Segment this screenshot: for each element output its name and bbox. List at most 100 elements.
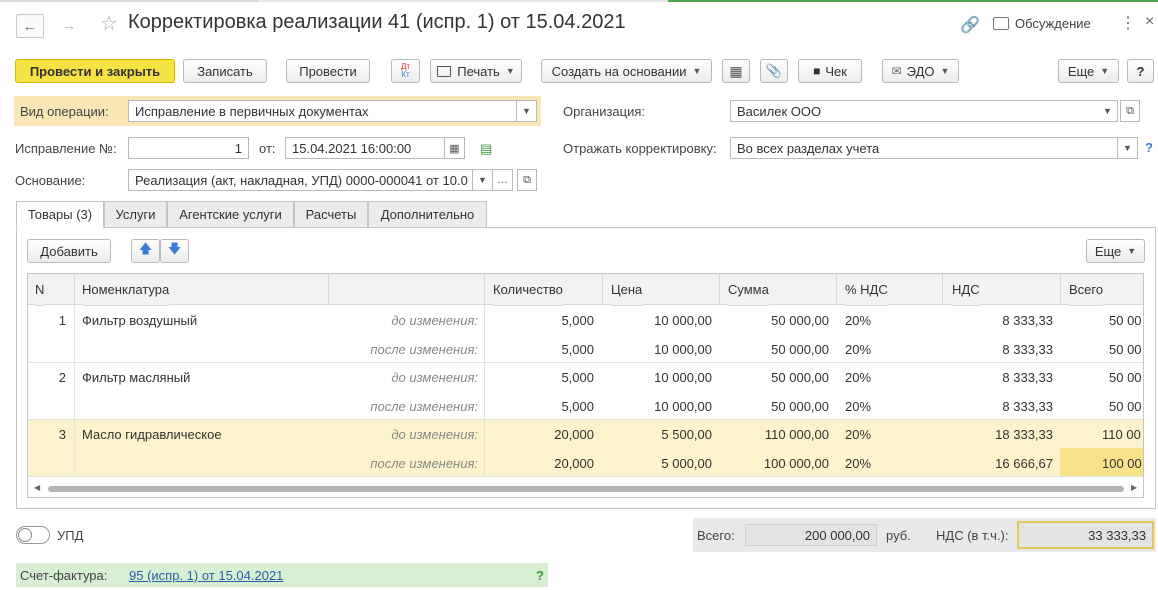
basis-dropdown[interactable]: ▼ <box>473 169 493 191</box>
help-button[interactable]: ? <box>1127 59 1154 83</box>
column-separator <box>836 274 837 305</box>
table-row[interactable]: после изменения: 20,000 5 000,00 100 000… <box>28 448 1143 476</box>
fix-number-field[interactable]: 1 <box>128 137 249 159</box>
tab-goods[interactable]: Товары (3) <box>16 201 104 228</box>
scrollbar-thumb[interactable] <box>48 486 1124 492</box>
link-icon[interactable]: 🔗 <box>960 15 980 35</box>
column-separator <box>328 274 329 305</box>
save-button[interactable]: Записать <box>183 59 267 83</box>
create-based-on-label: Создать на основании <box>551 63 687 79</box>
total-cell: 110 00 <box>1102 427 1141 442</box>
tab-additional[interactable]: Дополнительно <box>368 201 487 228</box>
total-cell: 100 00 <box>1102 456 1142 471</box>
chevron-down-icon: ▼ <box>940 66 950 76</box>
move-up-button[interactable]: 🡅 <box>131 239 160 263</box>
sum-cell: 50 000,00 <box>771 313 829 328</box>
edo-button[interactable]: ✉ ЭДО ▼ <box>882 59 959 83</box>
table-row[interactable]: после изменения: 5,000 10 000,00 50 000,… <box>28 334 1143 362</box>
vat-total-value: 33 333,33 <box>1017 521 1154 549</box>
number-settings-icon[interactable]: ▤ <box>480 141 492 157</box>
column-separator <box>74 274 75 305</box>
more-menu-icon[interactable]: ⋮ <box>1120 13 1136 33</box>
reflect-correction-dropdown[interactable]: ▼ <box>1118 137 1138 159</box>
total-cell: 50 00 <box>1109 370 1142 385</box>
organization-dropdown[interactable]: ▼ <box>1098 100 1118 122</box>
paperclip-icon: 📎 <box>765 63 783 78</box>
organization-open-button[interactable]: ⧉ <box>1120 100 1140 122</box>
close-icon[interactable]: × <box>1145 13 1154 31</box>
more-button[interactable]: Еще ▼ <box>1058 59 1119 83</box>
col-nomenclature[interactable]: Номенклатура <box>82 274 170 306</box>
chevron-down-icon: ▼ <box>1127 246 1137 256</box>
printer-icon <box>437 65 452 77</box>
calendar-icon: ▦ <box>449 142 460 155</box>
grid-more-button[interactable]: Еще ▼ <box>1086 239 1145 263</box>
basis-open-button[interactable]: ⧉ <box>517 169 537 191</box>
table-row[interactable]: 2 Фильтр масляный до изменения: 5,000 10… <box>28 362 1143 390</box>
operation-type-field[interactable]: Исправление в первичных документах <box>128 100 517 122</box>
upd-toggle[interactable] <box>16 526 50 544</box>
col-vat-rate[interactable]: % НДС <box>845 274 888 306</box>
structure-button[interactable]: ▦ <box>722 59 750 83</box>
discussion-button[interactable]: Обсуждение <box>993 16 1091 31</box>
col-n[interactable]: N <box>35 274 45 306</box>
tab-settlements[interactable]: Расчеты <box>294 201 368 228</box>
table-row[interactable]: после изменения: 5,000 10 000,00 50 000,… <box>28 391 1143 419</box>
back-button[interactable]: ← <box>16 14 44 38</box>
total-value: 200 000,00 <box>745 524 877 546</box>
scroll-right-icon[interactable]: ▶ <box>1131 483 1137 492</box>
create-based-on-button[interactable]: Создать на основании ▼ <box>541 59 712 83</box>
col-total[interactable]: Всего <box>1069 274 1104 306</box>
invoice-link[interactable]: 95 (испр. 1) от 15.04.2021 <box>129 568 283 583</box>
arrow-up-icon: 🡅 <box>138 241 153 256</box>
vat-cell: 8 333,33 <box>1002 370 1053 385</box>
arrow-right-icon: → <box>61 16 77 34</box>
col-price[interactable]: Цена <box>611 274 643 306</box>
favorite-star-icon[interactable]: ☆ <box>100 11 118 36</box>
forward-button[interactable]: → <box>56 14 82 36</box>
calendar-button[interactable]: ▦ <box>445 137 465 159</box>
post-and-close-button[interactable]: Провести и закрыть <box>15 59 175 83</box>
move-down-button[interactable]: 🡇 <box>160 239 189 263</box>
scroll-left-icon[interactable]: ◀ <box>34 483 40 492</box>
col-quantity[interactable]: Количество <box>493 274 563 306</box>
basis-select-button[interactable]: … <box>493 169 513 191</box>
col-vat[interactable]: НДС <box>952 274 980 306</box>
row-number: 2 <box>58 370 66 385</box>
print-button[interactable]: Печать ▼ <box>430 59 522 83</box>
organization-field[interactable]: Василек ООО <box>730 100 1118 122</box>
date-field[interactable]: 15.04.2021 16:00:00 <box>285 137 445 159</box>
post-button[interactable]: Провести <box>286 59 370 83</box>
vat-rate-cell: 20% <box>845 342 872 357</box>
sum-cell: 50 000,00 <box>771 399 829 414</box>
vat-rate-cell: 20% <box>845 427 872 442</box>
check-button[interactable]: ■ Чек <box>798 59 862 83</box>
tab-services[interactable]: Услуги <box>104 201 167 228</box>
open-icon: ⧉ <box>523 173 531 186</box>
price-cell: 5 000,00 <box>661 456 712 471</box>
title-bar-border <box>258 0 668 2</box>
reflect-correction-field[interactable]: Во всех разделах учета <box>730 137 1118 159</box>
tab-agent-services[interactable]: Агентские услуги <box>167 201 294 228</box>
dt-kt-button[interactable]: Дт Кт <box>391 59 420 83</box>
dt-kt-icon-bottom: Кт <box>401 70 410 79</box>
price-cell: 10 000,00 <box>654 399 712 414</box>
basis-field[interactable]: Реализация (акт, накладная, УПД) 0000-00… <box>128 169 473 191</box>
edo-icon: ✉ <box>891 64 902 78</box>
col-sum[interactable]: Сумма <box>728 274 769 306</box>
total-cell: 50 00 <box>1109 342 1142 357</box>
active-tab-indicator <box>668 0 1158 2</box>
chevron-down-icon: ▼ <box>1123 143 1132 153</box>
attach-button[interactable]: 📎 <box>760 59 788 83</box>
vat-rate-cell: 20% <box>845 399 872 414</box>
table-row[interactable]: 1 Фильтр воздушный до изменения: 5,000 1… <box>28 305 1143 333</box>
invoice-help-icon[interactable]: ? <box>536 568 544 583</box>
add-button[interactable]: Добавить <box>27 239 111 263</box>
sum-cell: 50 000,00 <box>771 370 829 385</box>
horizontal-scrollbar[interactable]: ◀ ▶ <box>28 480 1143 496</box>
table-row[interactable]: 3 Масло гидравлическое до изменения: 20,… <box>28 419 1143 447</box>
reflect-help-icon[interactable]: ? <box>1145 140 1153 155</box>
quantity-cell: 20,000 <box>554 456 594 471</box>
print-label: Печать <box>457 63 500 79</box>
operation-type-dropdown[interactable]: ▼ <box>517 100 537 122</box>
